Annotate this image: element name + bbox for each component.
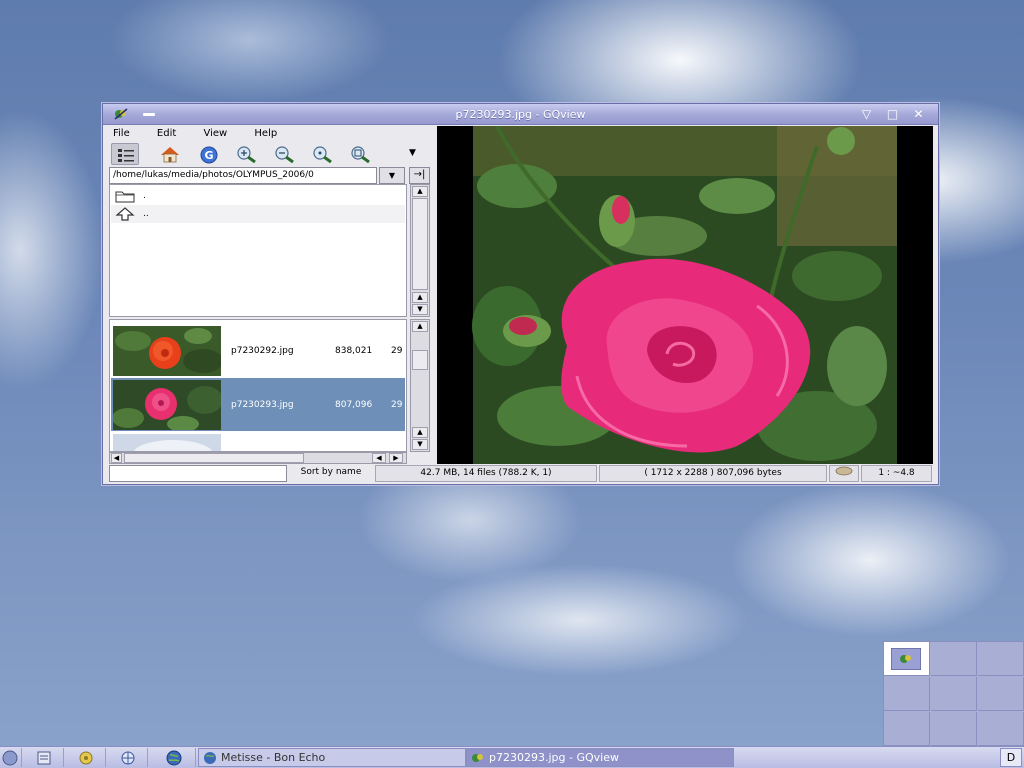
scroll-up-icon[interactable]: ▲ [412, 321, 428, 332]
gqview-window: p7230293.jpg - GQview ▽ □ ✕ File Edit Vi… [102, 103, 939, 485]
path-bar: /home/lukas/media/photos/OLYMPUS_2006/0 … [109, 167, 430, 184]
file-list-hscrollbar[interactable]: ◀ ◀ ▶ [109, 452, 407, 464]
scroll-left-icon[interactable]: ◀ [372, 453, 386, 463]
image-viewer[interactable] [437, 126, 933, 464]
zoom-out-button[interactable] [269, 143, 297, 165]
window-title: p7230293.jpg - GQview [455, 108, 586, 121]
workspace-9[interactable] [978, 712, 1024, 746]
settings-icon [79, 751, 93, 765]
task-gqview[interactable]: p7230293.jpg - GQview [466, 748, 734, 767]
close-icon[interactable]: ✕ [912, 108, 925, 121]
toolbar-overflow-icon[interactable]: ▼ [409, 148, 416, 158]
file-filter-input[interactable] [109, 465, 287, 482]
status-zoom: 1 : ~4.8 [861, 465, 932, 482]
thumbnails-button[interactable] [111, 143, 139, 165]
workspace-3[interactable] [978, 642, 1024, 676]
launcher-home[interactable] [66, 748, 106, 767]
hscroll-thumb[interactable] [124, 453, 304, 463]
launcher-browser[interactable] [150, 748, 196, 767]
workspace-6[interactable] [978, 677, 1024, 711]
status-summary: 42.7 MB, 14 files (788.2 K, 1) [375, 465, 597, 482]
start-menu-button[interactable] [0, 748, 22, 767]
path-go-button[interactable]: →| [409, 167, 430, 184]
dir-entry-parent[interactable]: .. [111, 205, 405, 223]
scroll-left-icon[interactable]: ◀ [111, 453, 122, 463]
file-list-scrollbar[interactable]: ▲ ▲ ▼ [410, 319, 430, 452]
zoom-1-1-button[interactable] [307, 143, 335, 165]
refresh-icon: G [200, 146, 218, 164]
menu-help[interactable]: Help [250, 126, 281, 141]
taskbar: Metisse - Bon Echo p7230293.jpg - GQview… [0, 746, 1024, 768]
svg-text:G: G [204, 149, 213, 162]
menu-orb-icon [2, 750, 18, 766]
home-icon [161, 147, 179, 163]
file-row[interactable] [111, 432, 405, 451]
list-view-icon [118, 149, 134, 162]
scroll-up-icon[interactable]: ▲ [412, 186, 428, 197]
zoom-actual-icon [313, 146, 332, 164]
workspace-8[interactable] [931, 712, 977, 746]
thumbnail-pink-rose [113, 380, 221, 430]
folder-icon [115, 191, 135, 203]
menu-edit[interactable]: Edit [153, 126, 180, 141]
dir-entry-current[interactable]: . [111, 187, 405, 205]
globe-icon [204, 752, 216, 764]
file-manager-icon [37, 751, 51, 765]
zoom-fit-button[interactable] [345, 143, 373, 165]
scroll-up-icon[interactable]: ▲ [412, 427, 428, 438]
rose-photo [472, 126, 897, 464]
sort-button[interactable]: Sort by name [289, 465, 373, 482]
directory-scrollbar[interactable]: ▲ ▲ ▼ [410, 184, 430, 317]
menu-view[interactable]: View [199, 126, 231, 141]
minimize-icon[interactable]: ▽ [860, 108, 873, 121]
launcher-network[interactable] [108, 748, 148, 767]
scroll-down-icon[interactable]: ▲ [412, 292, 428, 303]
workspace-2[interactable] [931, 642, 977, 676]
path-history-dropdown[interactable]: ▼ [379, 167, 405, 184]
up-arrow-icon [115, 207, 135, 221]
launcher-files[interactable] [24, 748, 64, 767]
home-button[interactable] [155, 143, 183, 165]
window-titlebar[interactable]: p7230293.jpg - GQview ▽ □ ✕ [103, 104, 938, 125]
workspace-pager [883, 641, 1024, 746]
workspace-5[interactable] [931, 677, 977, 711]
file-list[interactable]: p7230292.jpg 838,021 29 p7230293.jpg 807… [109, 319, 407, 452]
scroll-thumb[interactable] [412, 198, 428, 290]
toolbar: G ▼ [109, 142, 429, 167]
thumbnail-red-rose [113, 326, 221, 376]
zoom-fit-icon [351, 146, 370, 164]
refresh-button[interactable]: G [194, 143, 222, 165]
maximize-icon[interactable]: □ [886, 108, 899, 121]
menu-file[interactable]: File [109, 126, 134, 141]
menubar: File Edit View Help [109, 126, 297, 142]
scroll-thumb[interactable] [412, 350, 428, 370]
thumbnail-sky [113, 434, 221, 451]
file-row[interactable]: p7230292.jpg 838,021 29 [111, 324, 405, 377]
status-image-info: ( 1712 x 2288 ) 807,096 bytes [599, 465, 827, 482]
show-desktop-button[interactable]: D [1000, 748, 1022, 767]
zoom-in-icon [237, 146, 256, 164]
scroll-right-icon[interactable]: ▶ [389, 453, 403, 463]
workspace-4[interactable] [884, 677, 930, 711]
activity-icon [829, 465, 859, 482]
gqview-window-icon [891, 648, 921, 670]
zoom-out-icon [275, 146, 294, 164]
gqview-app-icon [472, 754, 483, 762]
scroll-down-icon[interactable]: ▼ [412, 304, 428, 315]
workspace-1[interactable] [884, 642, 930, 676]
path-input[interactable]: /home/lukas/media/photos/OLYMPUS_2006/0 [109, 167, 377, 184]
network-icon [121, 751, 135, 765]
file-row-selected[interactable]: p7230293.jpg 807,096 29 [111, 378, 405, 431]
zoom-in-button[interactable] [231, 143, 259, 165]
task-metisse[interactable]: Metisse - Bon Echo [198, 748, 466, 767]
scroll-down-icon[interactable]: ▼ [412, 439, 428, 450]
status-bar: Sort by name 42.7 MB, 14 files (788.2 K,… [103, 464, 938, 484]
directory-list[interactable]: . .. [109, 184, 407, 317]
globe-icon [166, 750, 182, 766]
workspace-7[interactable] [884, 712, 930, 746]
